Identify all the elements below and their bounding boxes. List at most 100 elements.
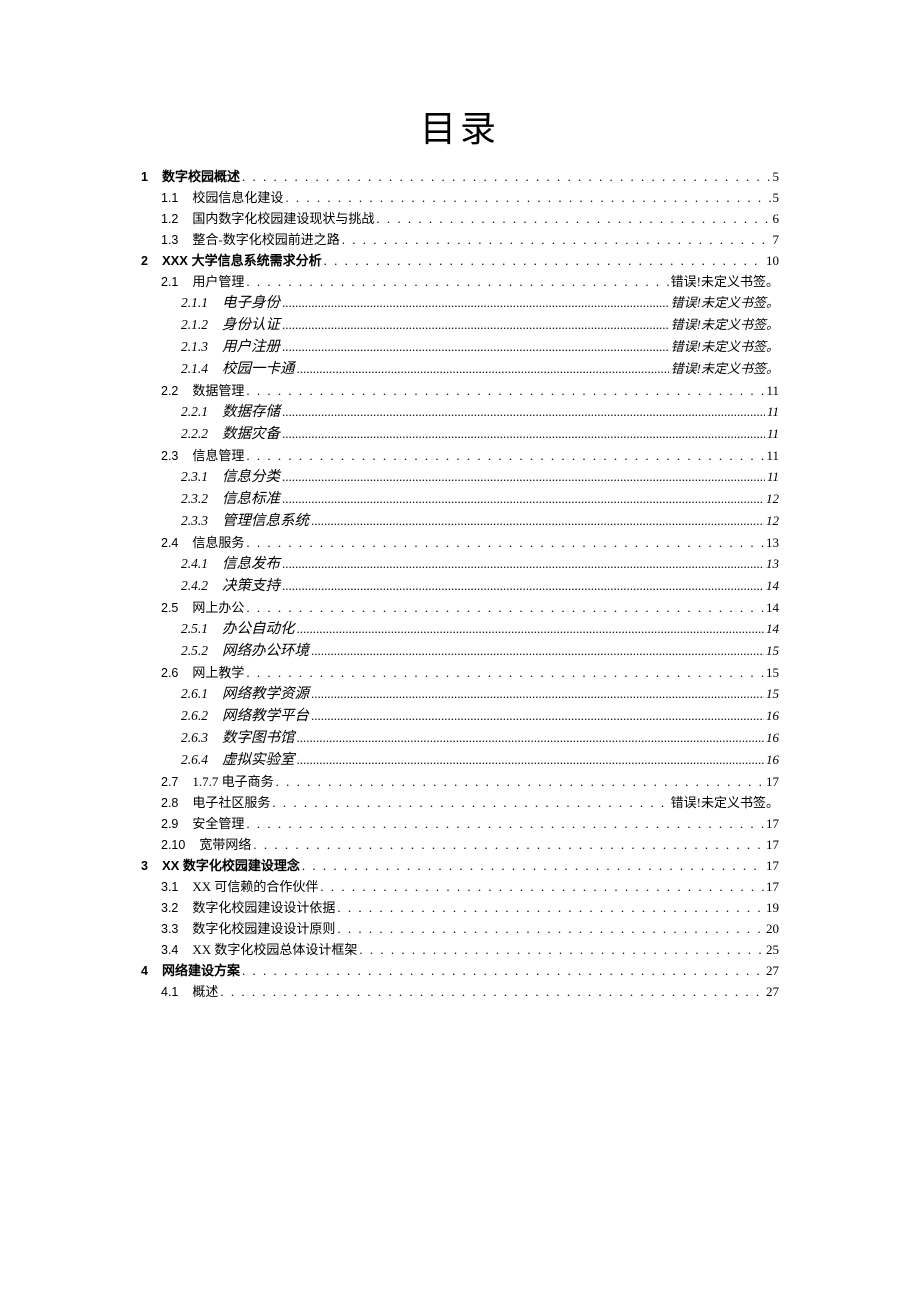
table-of-contents: 1数字校园概述51.1校园信息化建设51.2国内数字化校园建设现状与挑战61.3…: [141, 170, 779, 999]
toc-leader-dots: [311, 644, 764, 657]
document-page: 目录 1数字校园概述51.1校园信息化建设51.2国内数字化校园建设现状与挑战6…: [0, 0, 920, 1066]
toc-entry[interactable]: 2.71.7.7 电子商务17: [161, 775, 779, 789]
toc-entry-number: 2.5.1: [181, 622, 208, 636]
toc-entry-number: 2.1.3: [181, 340, 208, 354]
toc-entry-label: 网络教学平台: [222, 709, 309, 724]
toc-leader-dots: [246, 817, 764, 830]
toc-leader-dots: [302, 859, 764, 872]
toc-entry-label: 用户管理: [192, 275, 244, 288]
toc-entry[interactable]: 3.1XX 可信赖的合作伙伴17: [161, 880, 779, 894]
toc-entry[interactable]: 1.1校园信息化建设5: [161, 191, 779, 205]
toc-entry-label: 用户注册: [222, 340, 280, 355]
toc-entry[interactable]: 2.10宽带网络17: [161, 838, 779, 852]
toc-leader-dots: [246, 536, 764, 549]
toc-leader-dots: [337, 901, 764, 914]
toc-entry[interactable]: 2.6.2网络教学平台16: [181, 709, 779, 724]
toc-entry[interactable]: 2.3.2信息标准12: [181, 492, 779, 507]
toc-entry-page: 27: [766, 964, 779, 977]
toc-entry[interactable]: 2.1.2身份认证错误!未定义书签。: [181, 318, 779, 333]
toc-entry[interactable]: 2.3信息管理11: [161, 449, 779, 463]
toc-entry[interactable]: 2XXX 大学信息系统需求分析10: [141, 254, 779, 268]
toc-entry-number: 2.7: [161, 776, 178, 789]
toc-entry[interactable]: 2.1用户管理错误!未定义书签。: [161, 275, 779, 289]
toc-leader-dots: [282, 318, 669, 331]
toc-leader-dots: [297, 362, 669, 375]
toc-entry[interactable]: 2.1.4校园一卡通错误!未定义书签。: [181, 362, 779, 377]
toc-entry[interactable]: 2.8电子社区服务错误!未定义书签。: [161, 796, 779, 810]
toc-entry[interactable]: 2.1.1电子身份错误!未定义书签。: [181, 296, 779, 311]
toc-entry-page: 5: [773, 170, 780, 183]
toc-entry-label: 国内数字化校园建设现状与挑战: [192, 212, 374, 225]
toc-entry[interactable]: 2.2数据管理11: [161, 384, 779, 398]
toc-entry[interactable]: 2.4.2决策支持14: [181, 579, 779, 594]
toc-entry-label: 1.7.7 电子商务: [192, 775, 273, 788]
toc-entry[interactable]: 2.5.2网络办公环境15: [181, 644, 779, 659]
toc-entry-label: 网络教学资源: [222, 687, 309, 702]
toc-entry-label: 网上教学: [192, 666, 244, 679]
toc-leader-dots: [282, 405, 765, 418]
toc-entry-label: 概述: [192, 985, 218, 998]
toc-entry-label: 信息服务: [192, 536, 244, 549]
toc-entry[interactable]: 4.1概述27: [161, 985, 779, 999]
toc-entry[interactable]: 2.5.1办公自动化14: [181, 622, 779, 637]
toc-entry-error: 错误!未定义书签。: [671, 296, 779, 309]
toc-entry-error: 错误!未定义书签。: [671, 318, 779, 331]
toc-entry[interactable]: 2.5网上办公14: [161, 601, 779, 615]
toc-entry-error: 错误!未定义书签。: [671, 362, 779, 375]
toc-leader-dots: [272, 796, 668, 809]
toc-entry-label: XX 可信赖的合作伙伴: [192, 880, 318, 893]
toc-entry-label: XX 数字化校园总体设计框架: [192, 943, 357, 956]
toc-entry-page: 11: [766, 384, 779, 397]
toc-entry-label: 整合-数字化校园前进之路: [192, 233, 339, 246]
toc-entry-label: 数据存储: [222, 405, 280, 420]
toc-entry-page: 15: [766, 666, 779, 679]
toc-entry[interactable]: 2.6.1网络教学资源15: [181, 687, 779, 702]
toc-entry-number: 1.2: [161, 213, 178, 226]
toc-entry-page: 5: [773, 191, 780, 204]
toc-entry[interactable]: 2.6.3数字图书馆16: [181, 731, 779, 746]
toc-entry[interactable]: 2.2.1数据存储11: [181, 405, 779, 420]
toc-entry-number: 2.2.2: [181, 427, 208, 441]
toc-entry[interactable]: 2.6 网上教学 15: [161, 666, 779, 680]
toc-entry[interactable]: 1.2国内数字化校园建设现状与挑战6: [161, 212, 779, 226]
toc-leader-dots: [246, 275, 668, 288]
toc-leader-dots: [359, 943, 764, 956]
toc-entry[interactable]: 2.4信息服务13: [161, 536, 779, 550]
toc-entry[interactable]: 2.1.3用户注册错误!未定义书签。: [181, 340, 779, 355]
toc-entry-number: 4: [141, 965, 148, 978]
toc-entry[interactable]: 3XX 数字化校园建设理念17: [141, 859, 779, 873]
toc-entry-number: 3.1: [161, 881, 178, 894]
toc-entry[interactable]: 2.9安全管理17: [161, 817, 779, 831]
toc-entry[interactable]: 2.3.1信息分类11: [181, 470, 779, 485]
toc-entry-page: 27: [766, 985, 779, 998]
toc-leader-dots: [246, 666, 764, 679]
toc-entry-number: 2.3: [161, 450, 178, 463]
toc-leader-dots: [320, 880, 764, 893]
toc-entry-page: 17: [766, 859, 779, 872]
toc-entry-number: 3.4: [161, 944, 178, 957]
toc-entry[interactable]: 2.6.4虚拟实验室16: [181, 753, 779, 768]
toc-entry[interactable]: 2.4.1信息发布13: [181, 557, 779, 572]
toc-entry-number: 2.6: [161, 667, 178, 680]
toc-leader-dots: [246, 384, 764, 397]
toc-leader-dots: [376, 212, 770, 225]
toc-entry-label: 数字化校园建设设计原则: [192, 922, 335, 935]
toc-entry-number: 3.2: [161, 902, 178, 915]
toc-entry-number: 2.5: [161, 602, 178, 615]
toc-entry[interactable]: 3.4XX 数字化校园总体设计框架25: [161, 943, 779, 957]
toc-entry[interactable]: 2.3.3管理信息系统12: [181, 514, 779, 529]
toc-leader-dots: [282, 427, 765, 440]
toc-entry[interactable]: 1数字校园概述5: [141, 170, 779, 184]
toc-entry-page: 11: [767, 470, 779, 483]
toc-entry[interactable]: 2.2.2数据灾备11: [181, 427, 779, 442]
toc-entry[interactable]: 3.3数字化校园建设设计原则20: [161, 922, 779, 936]
toc-entry-page: 20: [766, 922, 779, 935]
toc-entry-page: 17: [766, 817, 779, 830]
toc-leader-dots: [297, 753, 765, 766]
toc-leader-dots: [342, 233, 771, 246]
toc-entry-page: 17: [766, 838, 779, 851]
toc-entry[interactable]: 1.3整合-数字化校园前进之路7: [161, 233, 779, 247]
toc-entry[interactable]: 3.2数字化校园建设设计依据19: [161, 901, 779, 915]
toc-entry[interactable]: 4网络建设方案27: [141, 964, 779, 978]
toc-leader-dots: [324, 254, 764, 267]
